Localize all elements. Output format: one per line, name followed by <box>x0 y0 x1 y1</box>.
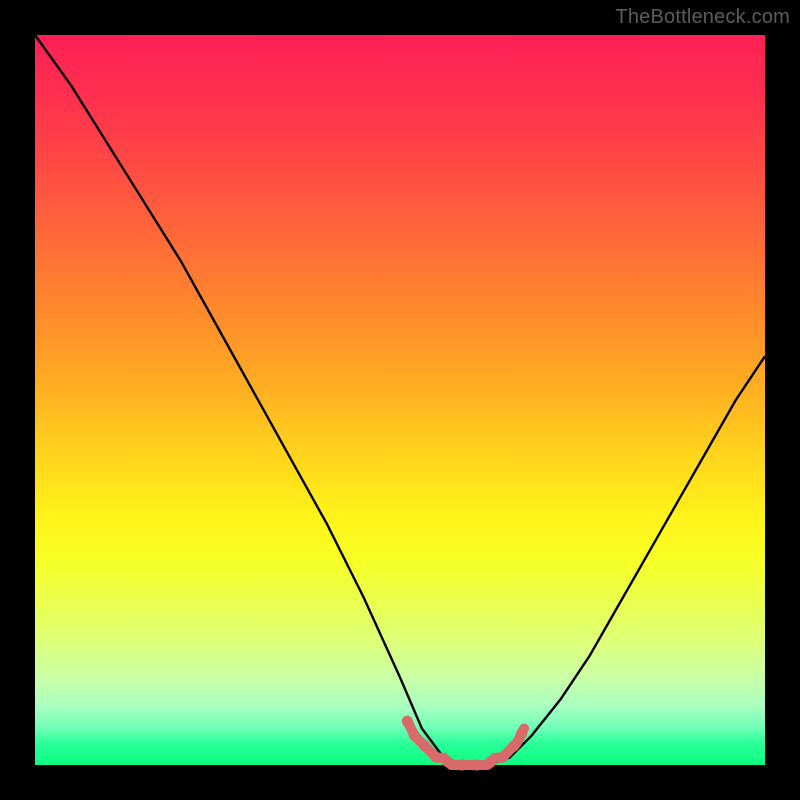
chart-frame: TheBottleneck.com <box>0 0 800 800</box>
chart-svg <box>35 35 765 765</box>
bottom-marker-fill <box>407 721 524 765</box>
watermark-text: TheBottleneck.com <box>615 6 790 29</box>
v-curve-line <box>35 35 765 765</box>
plot-area <box>35 35 765 765</box>
